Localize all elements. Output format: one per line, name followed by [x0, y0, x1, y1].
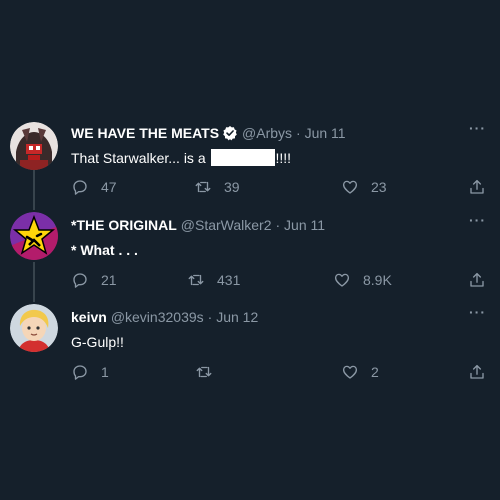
reply-icon: [73, 365, 87, 380]
tweet-text-after: !!!!: [275, 150, 292, 166]
handle[interactable]: @StarWalker2: [181, 216, 272, 234]
keivn-avatar-image: [10, 304, 58, 352]
avatar-starwalker[interactable]: [10, 212, 58, 260]
retweet-button[interactable]: [195, 363, 225, 381]
handle[interactable]: @Arbys: [242, 124, 292, 142]
starwalker-avatar-image: [10, 212, 58, 260]
avatar-arbys[interactable]: [10, 122, 58, 170]
like-count: 8.9K: [363, 272, 392, 288]
retweet-icon: [196, 366, 212, 378]
tweet-actions: 21 431 8.9K: [0, 271, 500, 291]
tweet-date[interactable]: · Jun 11: [296, 124, 346, 142]
retweet-icon: [188, 274, 204, 286]
display-name[interactable]: *THE ORIGINAL: [71, 216, 177, 234]
reply-button[interactable]: 47: [71, 178, 117, 196]
retweet-icon: [195, 181, 211, 193]
tweet-text-before: That Starwalker... is a: [71, 150, 210, 166]
share-button[interactable]: [468, 363, 498, 381]
arbys-avatar-image: [10, 122, 58, 170]
like-icon: [342, 365, 358, 379]
retweet-button[interactable]: 431: [187, 271, 240, 289]
tweet-header: WE HAVE THE MEATS @Arbys · Jun 11: [71, 124, 346, 142]
more-icon[interactable]: ···: [469, 304, 486, 320]
avatar-keivn[interactable]: [10, 304, 58, 352]
reply-button[interactable]: 21: [71, 271, 117, 289]
reply-icon: [73, 180, 87, 195]
tweet-header: keivn @kevin32039s · Jun 12: [71, 308, 258, 326]
like-count: 2: [371, 364, 379, 380]
like-count: 23: [371, 179, 387, 195]
like-icon: [342, 180, 358, 194]
redaction-box: [210, 149, 275, 166]
like-button[interactable]: 8.9K: [333, 271, 392, 289]
share-button[interactable]: [468, 271, 498, 289]
reply-icon: [73, 273, 87, 288]
share-icon: [470, 364, 484, 379]
tweet-text: G-Gulp!!: [71, 334, 124, 350]
like-button[interactable]: 23: [341, 178, 387, 196]
share-icon: [470, 272, 484, 287]
more-icon[interactable]: ···: [469, 120, 486, 136]
reply-button[interactable]: 1: [71, 363, 109, 381]
reply-count: 47: [101, 179, 117, 195]
tweet-text: That Starwalker... is a !!!!: [71, 149, 291, 167]
share-icon: [470, 179, 484, 194]
handle[interactable]: @kevin32039s: [111, 308, 204, 326]
tweet-date[interactable]: · Jun 12: [208, 308, 259, 326]
tweet-actions: 1 2: [0, 363, 500, 383]
retweet-button[interactable]: 39: [194, 178, 240, 196]
display-name[interactable]: WE HAVE THE MEATS: [71, 124, 219, 142]
tweet-text: * What . . .: [71, 242, 138, 258]
share-button[interactable]: [468, 178, 498, 196]
more-icon[interactable]: ···: [469, 212, 486, 228]
retweet-count: 39: [224, 179, 240, 195]
tweet-date[interactable]: · Jun 11: [276, 216, 326, 234]
tweet-actions: 47 39 23: [0, 178, 500, 198]
verified-icon: [223, 126, 237, 141]
retweet-count: 431: [217, 272, 241, 288]
display-name[interactable]: keivn: [71, 308, 107, 326]
reply-count: 1: [101, 364, 109, 380]
like-button[interactable]: 2: [341, 363, 379, 381]
reply-count: 21: [101, 272, 117, 288]
like-icon: [334, 273, 350, 287]
tweet-header: *THE ORIGINAL @StarWalker2 · Jun 11: [71, 216, 325, 234]
